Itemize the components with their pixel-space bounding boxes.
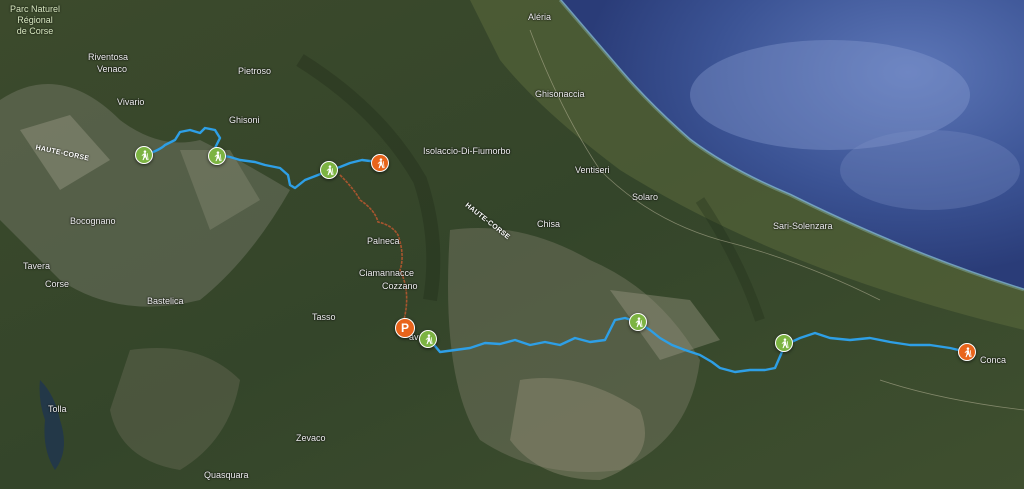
place-label-ghisonaccia: Ghisonaccia bbox=[535, 89, 585, 99]
trail-start-marker-5[interactable] bbox=[629, 313, 647, 331]
park-label-line3: de Corse bbox=[16, 26, 54, 36]
place-label-ciamannacce: Ciamannacce bbox=[359, 268, 415, 278]
place-label-bocognano: Bocognano bbox=[70, 216, 116, 226]
trail-start-marker-6[interactable] bbox=[775, 334, 793, 352]
place-label-zevaco: Zevaco bbox=[296, 433, 326, 443]
trail-start-marker-4[interactable] bbox=[419, 330, 437, 348]
hiker-icon bbox=[214, 150, 222, 161]
hiker-icon bbox=[964, 346, 972, 357]
place-label-isolaccio: Isolaccio-Di-Fiumorbo bbox=[423, 146, 511, 156]
parking-label: P bbox=[400, 321, 409, 335]
hiker-icon bbox=[425, 333, 433, 344]
place-label-pietroso: Pietroso bbox=[238, 66, 272, 76]
terrain-layer bbox=[0, 0, 1024, 489]
place-label-riventosa: Riventosa bbox=[88, 52, 129, 62]
place-label-sari-solenzara: Sari-Solenzara bbox=[773, 221, 833, 231]
place-label-solaro: Solaro bbox=[632, 192, 659, 202]
hiker-icon bbox=[141, 149, 149, 160]
trail-start-marker-2[interactable] bbox=[208, 147, 226, 165]
place-label-corse: Corse bbox=[45, 279, 70, 289]
trail-start-marker-1[interactable] bbox=[135, 146, 153, 164]
hiker-icon bbox=[635, 316, 643, 327]
place-label-venaco: Venaco bbox=[97, 64, 128, 74]
place-label-bastelica: Bastelica bbox=[147, 296, 184, 306]
place-label-vivario: Vivario bbox=[117, 97, 145, 107]
trail-start-marker-3[interactable] bbox=[320, 161, 338, 179]
place-label-cozzano: Cozzano bbox=[382, 281, 418, 291]
place-label-tavera: Tavera bbox=[23, 261, 51, 271]
satellite-map[interactable]: Parc Naturel Régional de Corse HAUTE-COR… bbox=[0, 0, 1024, 489]
place-label-aleria: Aléria bbox=[528, 12, 552, 22]
place-label-tasso: Tasso bbox=[312, 312, 336, 322]
place-label-ghisoni: Ghisoni bbox=[229, 115, 260, 125]
trail-end-marker-2[interactable] bbox=[958, 343, 976, 361]
park-label-line1: Parc Naturel bbox=[10, 4, 61, 14]
place-label-palneca: Palneca bbox=[367, 236, 400, 246]
trail-end-marker-1[interactable] bbox=[371, 154, 389, 172]
place-label-conca: Conca bbox=[980, 355, 1007, 365]
hiker-icon bbox=[326, 164, 334, 175]
place-label-tolla: Tolla bbox=[48, 404, 67, 414]
park-label-line2: Régional bbox=[17, 15, 53, 25]
place-label-ventiseri: Ventiseri bbox=[575, 165, 610, 175]
hiker-icon bbox=[781, 337, 789, 348]
place-label-chisa: Chisa bbox=[537, 219, 561, 229]
parking-icon[interactable]: P bbox=[395, 318, 415, 338]
park-label: Parc Naturel Régional de Corse bbox=[10, 4, 60, 37]
hiker-icon bbox=[377, 157, 385, 168]
place-label-quasquara: Quasquara bbox=[204, 470, 249, 480]
